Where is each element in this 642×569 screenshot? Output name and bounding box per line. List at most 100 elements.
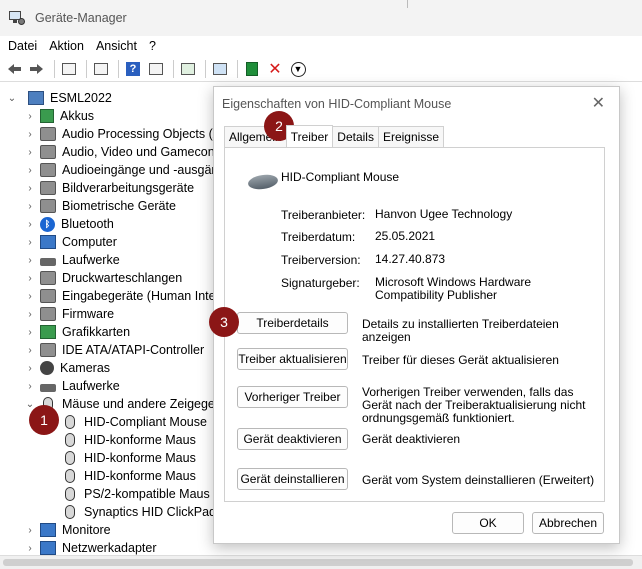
- tree-category[interactable]: › Laufwerke: [24, 377, 119, 395]
- printer-icon: [40, 271, 56, 285]
- driver-details-button[interactable]: Treiberdetails: [237, 312, 348, 334]
- biometric-icon: [40, 199, 56, 213]
- driver-date-value: 25.05.2021: [375, 229, 436, 243]
- category-label: Eingabegeräte (Human Interf: [62, 289, 224, 303]
- ok-button[interactable]: OK: [452, 512, 524, 534]
- chevron-right-icon[interactable]: ›: [24, 218, 36, 230]
- chevron-right-icon[interactable]: ›: [24, 146, 36, 158]
- driver-provider-label: Treiberanbieter:: [281, 208, 366, 222]
- category-label: Grafikkarten: [62, 325, 131, 339]
- device-label: Synaptics HID ClickPad: [84, 505, 216, 519]
- dialog-title: Eigenschaften von HID-Compliant Mouse: [222, 97, 452, 111]
- signer-label: Signaturgeber:: [281, 276, 360, 290]
- tree-root[interactable]: ⌄ ESML2022: [6, 89, 112, 107]
- driver-provider-value: Hanvon Ugee Technology: [375, 207, 513, 221]
- chevron-right-icon[interactable]: ›: [24, 290, 36, 302]
- driver-date-label: Treiberdatum:: [281, 230, 356, 244]
- category-label: Bildverarbeitungsgeräte: [62, 181, 195, 195]
- tree-category[interactable]: › Audioeingänge und -ausgän: [24, 161, 218, 179]
- tree-category[interactable]: › Monitore: [24, 521, 111, 539]
- tree-category[interactable]: › Audio Processing Objects (AI: [24, 125, 225, 143]
- tree-category[interactable]: › Biometrische Geräte: [24, 197, 176, 215]
- action-pane-icon[interactable]: [146, 59, 166, 79]
- tree-category[interactable]: › Firmware: [24, 305, 114, 323]
- tab-ereignisse[interactable]: Ereignisse: [377, 126, 444, 147]
- chevron-right-icon[interactable]: ›: [24, 326, 36, 338]
- menu-bar: Datei Aktion Ansicht ?: [0, 36, 642, 56]
- menu-aktion[interactable]: Aktion: [49, 39, 84, 53]
- tree-device[interactable]: HID-Compliant Mouse: [62, 413, 207, 431]
- back-icon[interactable]: [4, 59, 24, 79]
- scrollbar-thumb[interactable]: [3, 559, 633, 566]
- chevron-right-icon[interactable]: ›: [24, 542, 36, 554]
- tree-category[interactable]: › Laufwerke: [24, 251, 119, 269]
- tree-category[interactable]: › Audio, Video und Gamecontr: [24, 143, 222, 161]
- disable-device-desc: Gerät deaktivieren: [362, 432, 461, 446]
- tree-category[interactable]: › Eingabegeräte (Human Interf: [24, 287, 223, 305]
- update-driver-icon[interactable]: [242, 59, 262, 79]
- chevron-right-icon[interactable]: ›: [24, 308, 36, 320]
- monitor-icon[interactable]: [210, 59, 230, 79]
- chevron-right-icon[interactable]: ›: [24, 344, 36, 356]
- tree-category[interactable]: › Bildverarbeitungsgeräte: [24, 179, 194, 197]
- rollback-driver-button[interactable]: Vorheriger Treiber: [237, 386, 348, 408]
- tree-device[interactable]: Synaptics HID ClickPad: [62, 503, 216, 521]
- tree-category[interactable]: › Kameras: [24, 359, 110, 377]
- chevron-right-icon[interactable]: ›: [24, 200, 36, 212]
- chevron-right-icon[interactable]: ›: [24, 128, 36, 140]
- chevron-right-icon[interactable]: ›: [24, 362, 36, 374]
- properties-icon[interactable]: [91, 59, 111, 79]
- chevron-down-icon[interactable]: ⌄: [6, 92, 18, 104]
- toolbar: ? ✕ ▼: [0, 57, 642, 82]
- chevron-right-icon[interactable]: ›: [24, 524, 36, 536]
- console-tree-icon[interactable]: [59, 59, 79, 79]
- tree-category[interactable]: › Druckwarteschlangen: [24, 269, 182, 287]
- disable-device-icon[interactable]: ▼: [288, 59, 308, 79]
- forward-icon[interactable]: [27, 59, 47, 79]
- keyboard-icon: [40, 289, 56, 303]
- chevron-right-icon[interactable]: ›: [24, 110, 36, 122]
- uninstall-icon[interactable]: ✕: [265, 59, 285, 79]
- uninstall-device-button[interactable]: Gerät deinstallieren: [237, 468, 348, 490]
- rollback-driver-desc: Vorherigen Treiber verwenden, falls das …: [362, 385, 586, 425]
- mouse-icon: [65, 487, 75, 501]
- monitor-icon: [40, 523, 56, 537]
- drive-icon: [40, 384, 56, 392]
- category-label: Audioeingänge und -ausgän: [62, 163, 219, 177]
- menu-ansicht[interactable]: Ansicht: [96, 39, 137, 53]
- help-icon[interactable]: ?: [123, 59, 143, 79]
- toolbar-separator: [54, 60, 55, 78]
- tree-device[interactable]: HID-konforme Maus: [62, 449, 196, 467]
- root-label: ESML2022: [50, 91, 112, 105]
- tree-category[interactable]: › ᛒ Bluetooth: [24, 215, 114, 233]
- window-title: Geräte-Manager: [35, 11, 127, 25]
- chevron-right-icon[interactable]: ›: [24, 254, 36, 266]
- tree-device[interactable]: HID-konforme Maus: [62, 467, 196, 485]
- tree-category[interactable]: › Computer: [24, 233, 117, 251]
- update-driver-button[interactable]: Treiber aktualisieren: [237, 348, 348, 370]
- chevron-right-icon[interactable]: ›: [24, 182, 36, 194]
- tree-device[interactable]: HID-konforme Maus: [62, 431, 196, 449]
- tree-category[interactable]: › Grafikkarten: [24, 323, 130, 341]
- mouse-icon: [65, 451, 75, 465]
- cancel-button[interactable]: Abbrechen: [532, 512, 604, 534]
- horizontal-scrollbar[interactable]: [0, 555, 642, 569]
- menu-datei[interactable]: Datei: [8, 39, 37, 53]
- disable-device-button[interactable]: Gerät deaktivieren: [237, 428, 348, 450]
- chevron-right-icon[interactable]: ›: [24, 380, 36, 392]
- tree-category[interactable]: › IDE ATA/ATAPI-Controller: [24, 341, 204, 359]
- chevron-right-icon[interactable]: ›: [24, 164, 36, 176]
- tab-details[interactable]: Details: [332, 126, 379, 147]
- tree-device[interactable]: PS/2-kompatible Maus: [62, 485, 210, 503]
- menu-help[interactable]: ?: [149, 39, 156, 53]
- tree-category[interactable]: › Akkus: [24, 107, 94, 125]
- tab-treiber[interactable]: Treiber: [285, 125, 334, 147]
- driver-tab-panel: HID-Compliant Mouse Treiberanbieter: Han…: [224, 147, 605, 502]
- chevron-right-icon[interactable]: ›: [24, 236, 36, 248]
- scan-hardware-icon[interactable]: [178, 59, 198, 79]
- chevron-right-icon[interactable]: ›: [24, 272, 36, 284]
- speaker-icon: [40, 163, 56, 177]
- close-icon[interactable]: ✕: [592, 93, 605, 113]
- device-label: HID-konforme Maus: [84, 451, 196, 465]
- speaker-icon: [40, 127, 56, 141]
